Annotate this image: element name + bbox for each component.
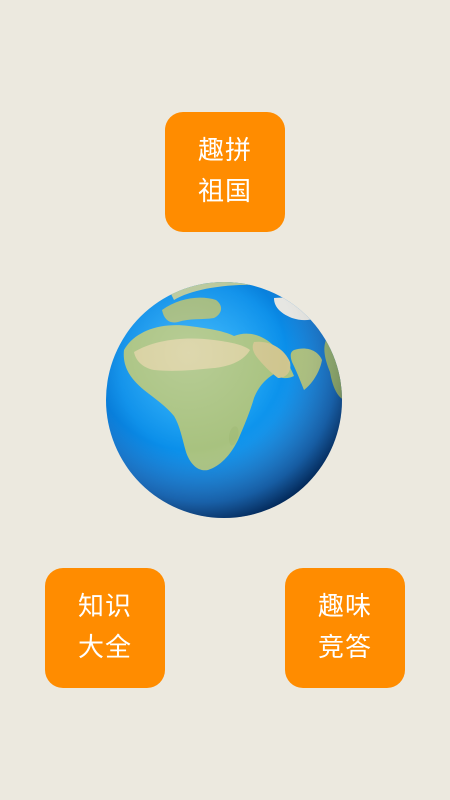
tile-label-line1: 趣味 bbox=[317, 592, 372, 622]
tile-label-line1: 趣拼 bbox=[197, 136, 252, 166]
tile-label-line1: 知识 bbox=[77, 592, 132, 622]
tile-label-line2: 大全 bbox=[77, 633, 132, 663]
earth-globe-icon bbox=[104, 280, 344, 520]
tile-label-line2: 竞答 bbox=[317, 633, 372, 663]
tile-label-line2: 祖国 bbox=[197, 177, 252, 207]
fun-quiz-button[interactable]: 趣味 竞答 bbox=[285, 568, 405, 688]
knowledge-encyclopedia-button[interactable]: 知识 大全 bbox=[45, 568, 165, 688]
globe-shading bbox=[106, 282, 342, 518]
quiz-puzzle-homeland-button[interactable]: 趣拼 祖国 bbox=[165, 112, 285, 232]
